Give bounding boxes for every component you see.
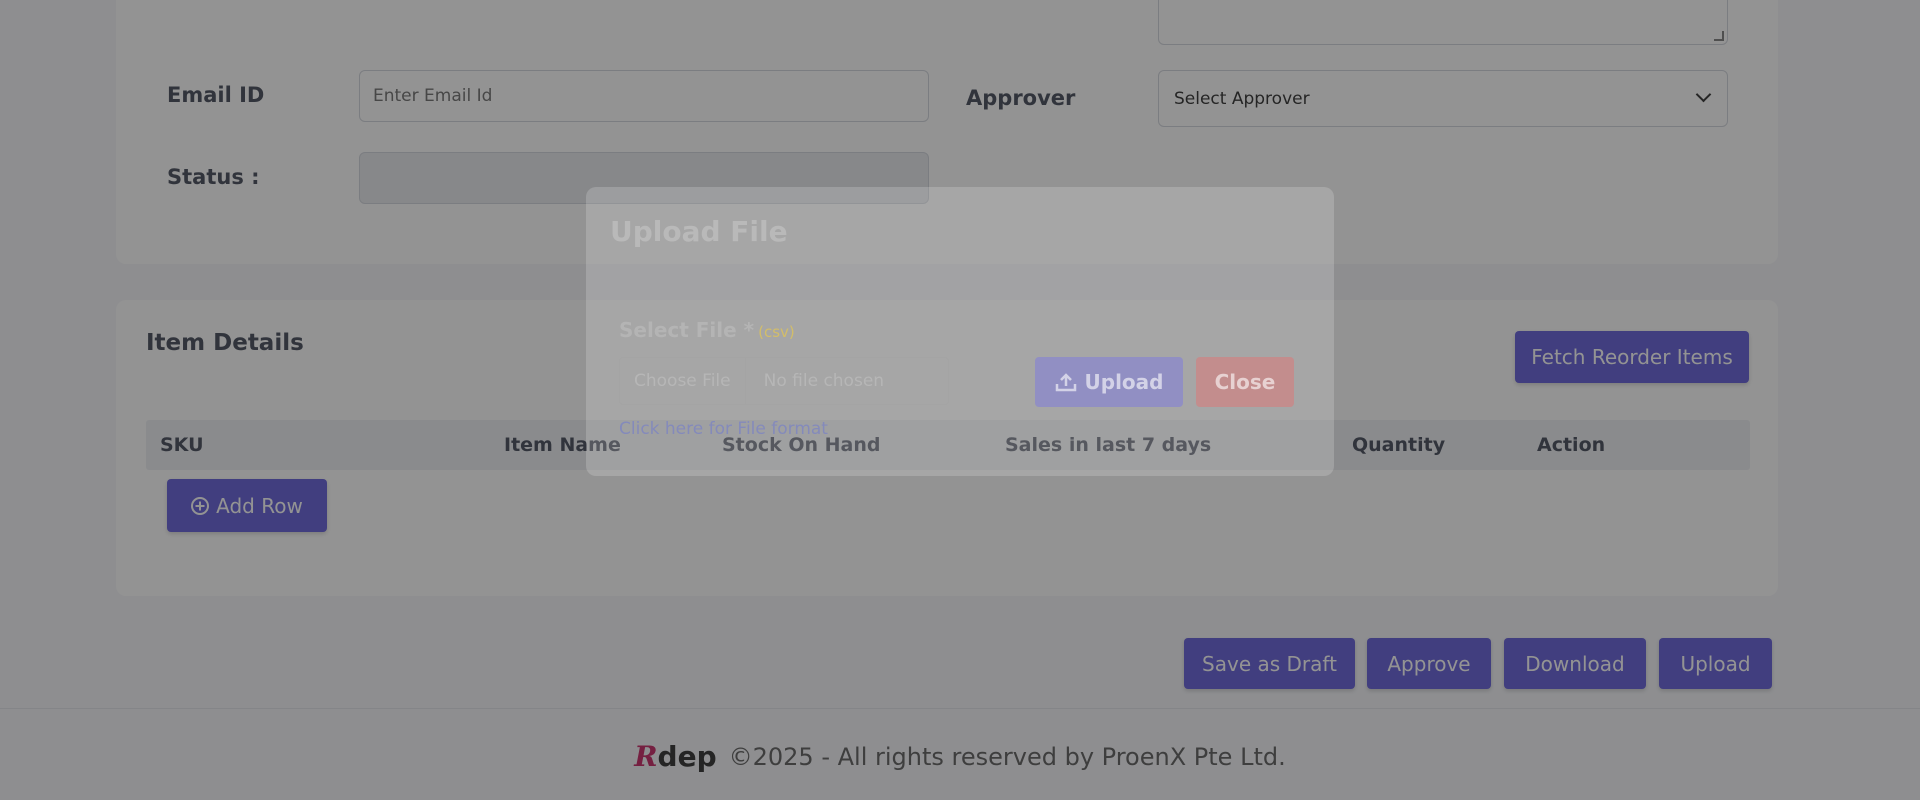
file-name-text: No file chosen <box>763 371 885 391</box>
upload-file-modal: Upload File Select File * (csv) Choose Fi… <box>586 187 1334 476</box>
modal-close-button[interactable]: Close <box>1196 357 1294 407</box>
choose-file-button[interactable]: Choose File <box>620 358 746 404</box>
file-input[interactable]: Choose File No file chosen <box>619 357 949 405</box>
modal-upload-button[interactable]: Upload <box>1035 357 1183 407</box>
modal-title: Upload File <box>610 215 788 248</box>
file-format-hint: (csv) <box>758 323 795 341</box>
file-format-link[interactable]: Click here for File format <box>619 419 828 439</box>
select-file-label: Select File * (csv) <box>619 318 795 342</box>
upload-icon <box>1055 373 1076 392</box>
